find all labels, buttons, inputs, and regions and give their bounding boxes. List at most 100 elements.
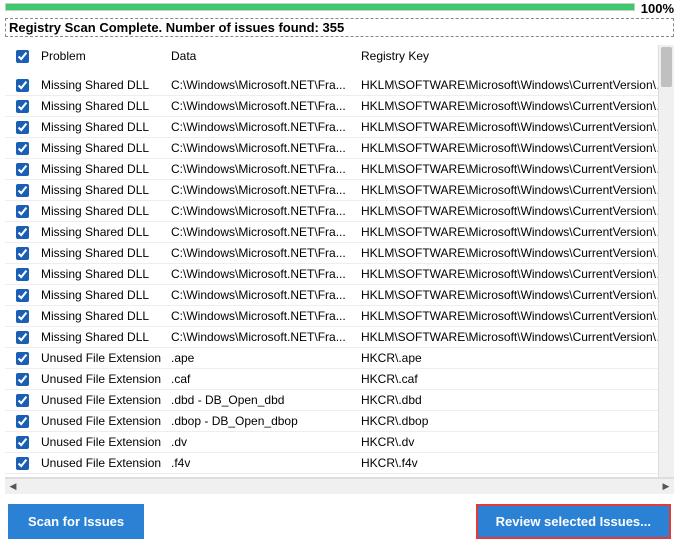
row-problem: Missing Shared DLL — [39, 78, 169, 92]
row-checkbox[interactable] — [16, 205, 29, 218]
row-checkbox-cell — [5, 79, 39, 92]
row-data: C:\Windows\Microsoft.NET\Fra... — [169, 288, 359, 302]
row-problem: Unused File Extension — [39, 456, 169, 470]
row-checkbox-cell — [5, 163, 39, 176]
table-row[interactable]: Missing Shared DLLC:\Windows\Microsoft.N… — [5, 285, 674, 306]
row-key: HKLM\SOFTWARE\Microsoft\Windows\CurrentV… — [359, 288, 674, 302]
table-row[interactable]: Missing Shared DLLC:\Windows\Microsoft.N… — [5, 159, 674, 180]
table-row[interactable]: Unused File Extension.dbop - DB_Open_dbo… — [5, 411, 674, 432]
table-header-row: Problem Data Registry Key — [5, 45, 674, 75]
row-problem: Unused File Extension — [39, 372, 169, 386]
row-checkbox-cell — [5, 247, 39, 260]
row-checkbox[interactable] — [16, 226, 29, 239]
column-header-problem[interactable]: Problem — [39, 45, 169, 67]
row-key: HKCR\.dv — [359, 435, 674, 449]
select-all-checkbox[interactable] — [16, 50, 29, 63]
row-problem: Unused File Extension — [39, 414, 169, 428]
row-checkbox-cell — [5, 205, 39, 218]
table-row[interactable]: Missing Shared DLLC:\Windows\Microsoft.N… — [5, 201, 674, 222]
footer: Scan for Issues Review selected Issues..… — [0, 494, 679, 549]
horizontal-scrollbar[interactable]: ◀ ▶ — [5, 478, 674, 494]
row-checkbox[interactable] — [16, 121, 29, 134]
row-checkbox[interactable] — [16, 289, 29, 302]
table-row[interactable]: Unused File Extension.f4vHKCR\.f4v — [5, 453, 674, 474]
row-checkbox[interactable] — [16, 247, 29, 260]
row-checkbox[interactable] — [16, 373, 29, 386]
review-selected-issues-button[interactable]: Review selected Issues... — [476, 504, 671, 539]
row-checkbox-cell — [5, 331, 39, 344]
vertical-scrollbar-thumb[interactable] — [661, 47, 672, 87]
row-checkbox-cell — [5, 436, 39, 449]
row-checkbox[interactable] — [16, 100, 29, 113]
header-checkbox-cell — [5, 45, 39, 67]
row-checkbox[interactable] — [16, 352, 29, 365]
row-checkbox[interactable] — [16, 163, 29, 176]
row-data: C:\Windows\Microsoft.NET\Fra... — [169, 162, 359, 176]
row-checkbox-cell — [5, 415, 39, 428]
row-checkbox[interactable] — [16, 184, 29, 197]
column-header-data[interactable]: Data — [169, 45, 359, 67]
row-key: HKCR\.dbd — [359, 393, 674, 407]
row-problem: Missing Shared DLL — [39, 183, 169, 197]
table-row[interactable]: Missing Shared DLLC:\Windows\Microsoft.N… — [5, 138, 674, 159]
row-checkbox[interactable] — [16, 310, 29, 323]
progress-percent: 100% — [641, 1, 674, 16]
scan-for-issues-button[interactable]: Scan for Issues — [8, 504, 144, 539]
scroll-left-button[interactable]: ◀ — [5, 479, 21, 495]
row-checkbox[interactable] — [16, 79, 29, 92]
row-checkbox[interactable] — [16, 331, 29, 344]
row-problem: Missing Shared DLL — [39, 246, 169, 260]
row-key: HKLM\SOFTWARE\Microsoft\Windows\CurrentV… — [359, 204, 674, 218]
status-header: Registry Scan Complete. Number of issues… — [5, 18, 674, 37]
row-key: HKLM\SOFTWARE\Microsoft\Windows\CurrentV… — [359, 225, 674, 239]
progress-bar — [5, 3, 635, 11]
table-row[interactable]: Missing Shared DLLC:\Windows\Microsoft.N… — [5, 222, 674, 243]
row-checkbox[interactable] — [16, 142, 29, 155]
row-key: HKLM\SOFTWARE\Microsoft\Windows\CurrentV… — [359, 99, 674, 113]
row-data: C:\Windows\Microsoft.NET\Fra... — [169, 99, 359, 113]
table-row[interactable]: Missing Shared DLLC:\Windows\Microsoft.N… — [5, 75, 674, 96]
row-checkbox-cell — [5, 268, 39, 281]
row-checkbox-cell — [5, 121, 39, 134]
row-problem: Missing Shared DLL — [39, 99, 169, 113]
table-row[interactable]: Missing Shared DLLC:\Windows\Microsoft.N… — [5, 117, 674, 138]
table-row[interactable]: Unused File Extension.dbd - DB_Open_dbdH… — [5, 390, 674, 411]
row-checkbox-cell — [5, 226, 39, 239]
row-checkbox-cell — [5, 100, 39, 113]
table-row[interactable]: Missing Shared DLLC:\Windows\Microsoft.N… — [5, 96, 674, 117]
row-problem: Missing Shared DLL — [39, 225, 169, 239]
results-table: Problem Data Registry Key Missing Shared… — [5, 45, 674, 478]
row-key: HKLM\SOFTWARE\Microsoft\Windows\CurrentV… — [359, 78, 674, 92]
table-row[interactable]: Missing Shared DLLC:\Windows\Microsoft.N… — [5, 306, 674, 327]
row-data: C:\Windows\Microsoft.NET\Fra... — [169, 141, 359, 155]
row-data: C:\Windows\Microsoft.NET\Fra... — [169, 267, 359, 281]
row-checkbox[interactable] — [16, 268, 29, 281]
row-problem: Unused File Extension — [39, 435, 169, 449]
row-key: HKCR\.caf — [359, 372, 674, 386]
column-header-key[interactable]: Registry Key — [359, 45, 674, 67]
row-checkbox[interactable] — [16, 457, 29, 470]
row-problem: Missing Shared DLL — [39, 204, 169, 218]
table-row[interactable]: Unused File Extension.dvHKCR\.dv — [5, 432, 674, 453]
row-data: .dbop - DB_Open_dbop — [169, 414, 359, 428]
scroll-right-button[interactable]: ▶ — [658, 479, 674, 495]
row-data: C:\Windows\Microsoft.NET\Fra... — [169, 246, 359, 260]
table-row[interactable]: Missing Shared DLLC:\Windows\Microsoft.N… — [5, 243, 674, 264]
table-row[interactable]: Missing Shared DLLC:\Windows\Microsoft.N… — [5, 180, 674, 201]
row-key: HKLM\SOFTWARE\Microsoft\Windows\CurrentV… — [359, 309, 674, 323]
progress-section: 100% — [0, 0, 679, 18]
table-row[interactable]: Unused File Extension.cafHKCR\.caf — [5, 369, 674, 390]
vertical-scrollbar[interactable] — [658, 45, 674, 477]
row-checkbox[interactable] — [16, 436, 29, 449]
row-data: .dv — [169, 435, 359, 449]
row-checkbox[interactable] — [16, 415, 29, 428]
row-checkbox-cell — [5, 184, 39, 197]
table-row[interactable]: Missing Shared DLLC:\Windows\Microsoft.N… — [5, 327, 674, 348]
table-row[interactable]: Missing Shared DLLC:\Windows\Microsoft.N… — [5, 264, 674, 285]
row-key: HKCR\.f4v — [359, 456, 674, 470]
row-data: .dbd - DB_Open_dbd — [169, 393, 359, 407]
row-key: HKLM\SOFTWARE\Microsoft\Windows\CurrentV… — [359, 267, 674, 281]
row-key: HKLM\SOFTWARE\Microsoft\Windows\CurrentV… — [359, 246, 674, 260]
row-checkbox[interactable] — [16, 394, 29, 407]
table-row[interactable]: Unused File Extension.apeHKCR\.ape — [5, 348, 674, 369]
